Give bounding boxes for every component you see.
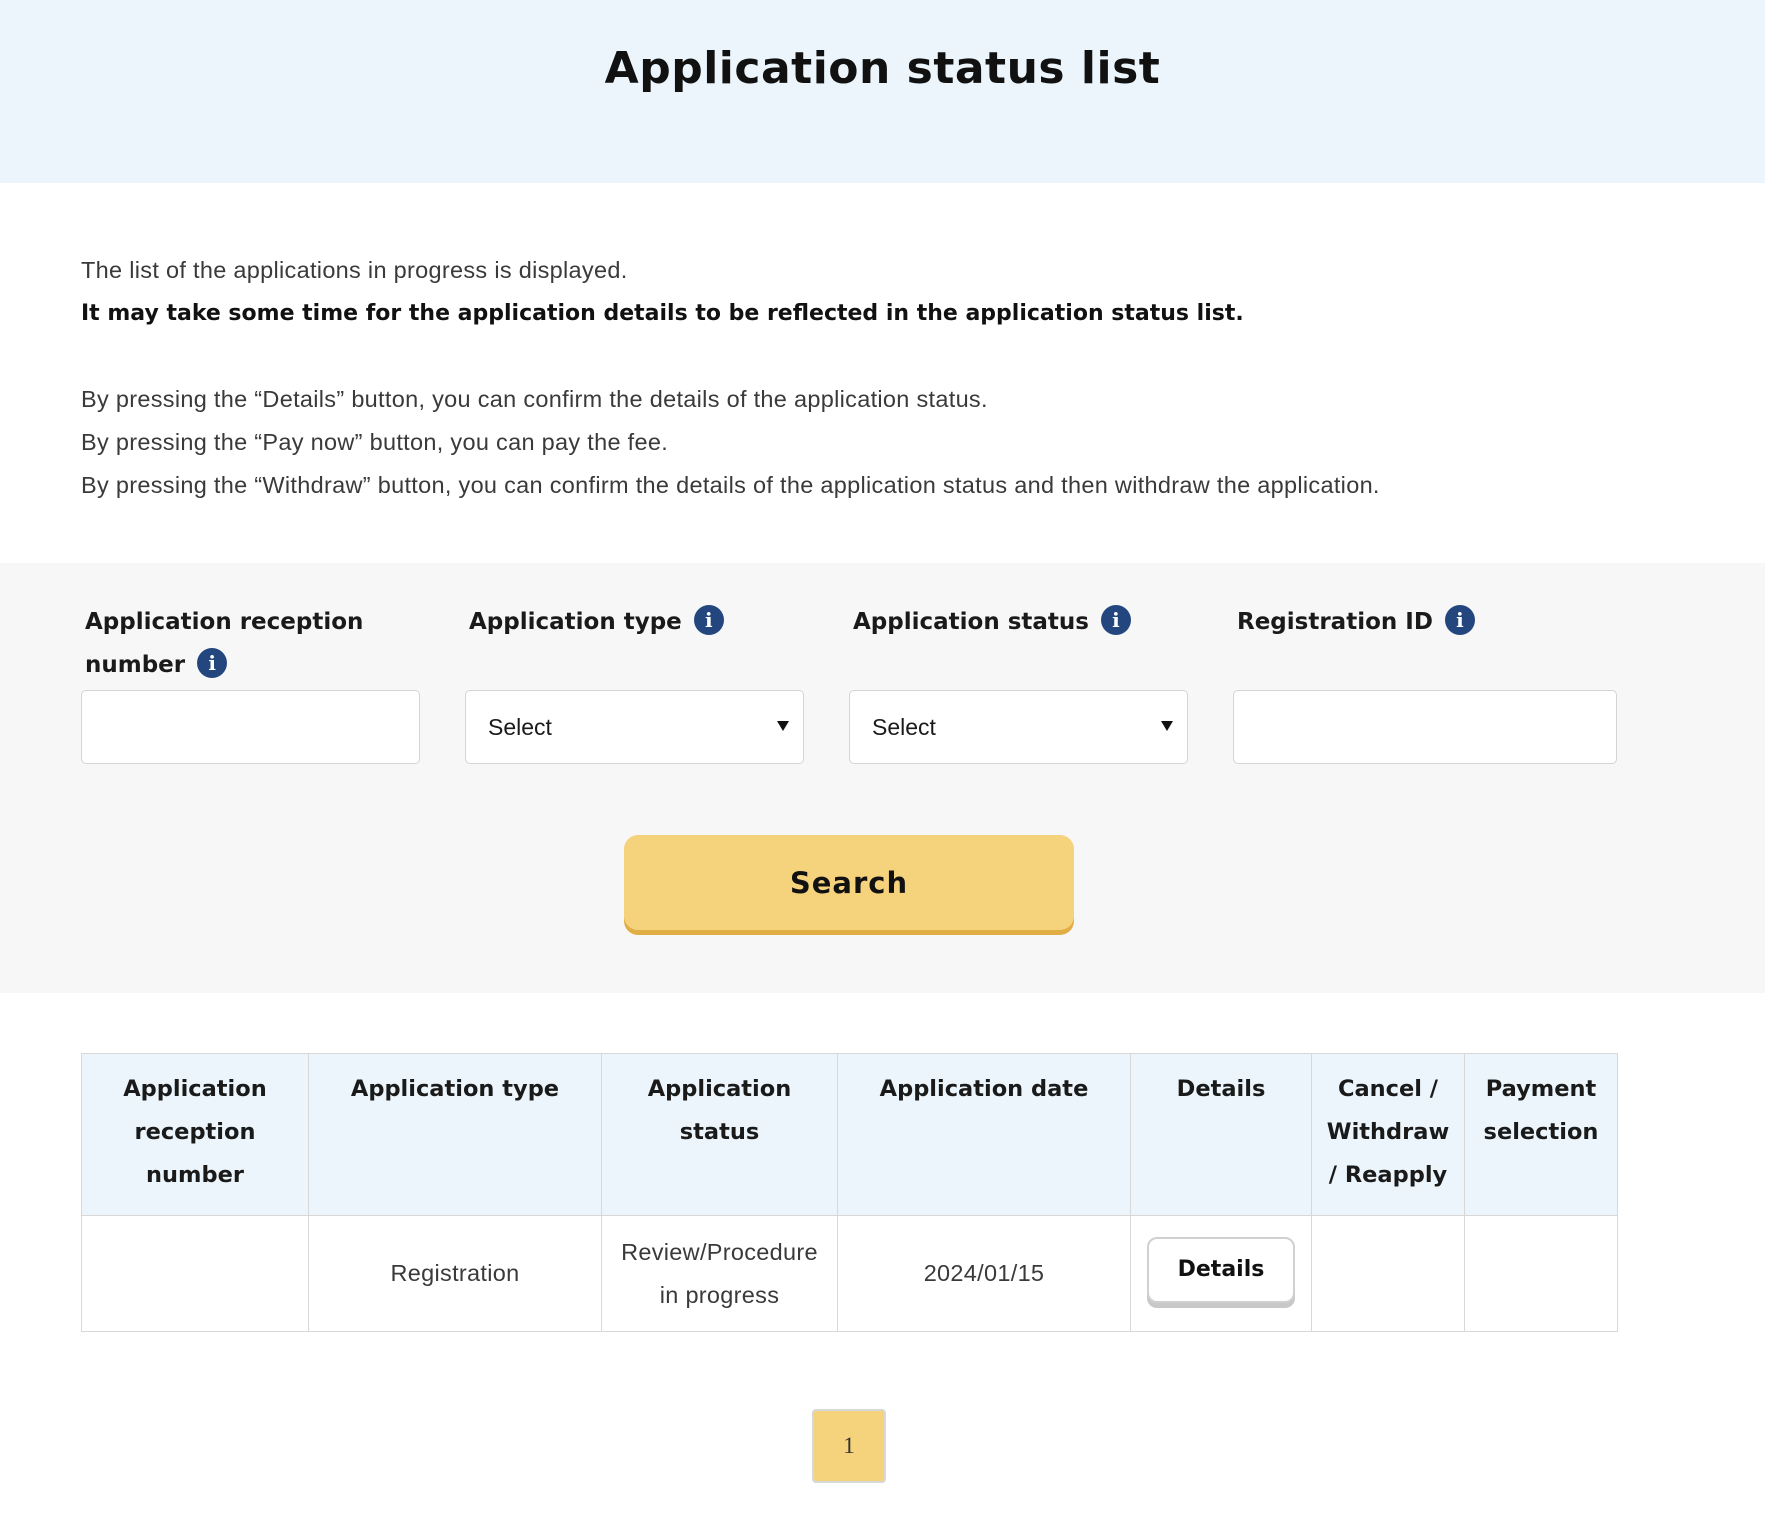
cell-application-status: Review/Procedure in progress — [601, 1215, 838, 1332]
cell-cancel-withdraw-reapply — [1311, 1215, 1465, 1332]
cell-details: Details — [1130, 1215, 1312, 1332]
pagination: 1 — [812, 1409, 886, 1483]
cell-application-date: 2024/01/15 — [837, 1215, 1131, 1332]
column-header-application-status: Application status — [601, 1053, 838, 1216]
column-header-payment-selection: Payment selection — [1464, 1053, 1618, 1216]
table-row: Registration Review/Procedure in progres… — [81, 1215, 1618, 1332]
cell-payment-selection — [1464, 1215, 1618, 1332]
intro-section: The list of the applications in progress… — [0, 183, 1765, 563]
registration-id-input[interactable] — [1233, 690, 1617, 764]
application-status-selected: Select — [872, 714, 936, 740]
column-header-application-type: Application type — [308, 1053, 602, 1216]
application-status-select[interactable]: Select — [849, 690, 1188, 764]
column-header-reception-number: Application reception number — [81, 1053, 309, 1216]
intro-text-withdraw: By pressing the “Withdraw” button, you c… — [81, 472, 1380, 498]
details-button[interactable]: Details — [1147, 1236, 1295, 1303]
cell-application-type: Registration — [308, 1215, 602, 1332]
info-icon[interactable]: i — [197, 647, 228, 678]
application-status-label: Application status i — [853, 601, 1131, 644]
intro-notice-bold: It may take some time for the applicatio… — [81, 301, 1244, 326]
page-button-current[interactable]: 1 — [812, 1409, 886, 1483]
caret-down-icon — [1161, 721, 1173, 731]
results-table-wrapper: Application reception number Application… — [81, 1053, 1618, 1332]
search-button[interactable]: Search — [624, 835, 1074, 930]
info-icon[interactable]: i — [1444, 604, 1475, 635]
registration-id-label: Registration ID i — [1237, 601, 1475, 644]
page-title: Application status list — [604, 43, 1161, 94]
application-type-select[interactable]: Select — [465, 690, 804, 764]
application-type-selected: Select — [488, 714, 552, 740]
application-type-label: Application type i — [469, 601, 724, 644]
reception-number-input[interactable] — [81, 690, 420, 764]
intro-text-1: The list of the applications in progress… — [81, 257, 628, 283]
info-icon[interactable]: i — [693, 604, 724, 635]
info-icon[interactable]: i — [1100, 604, 1131, 635]
caret-down-icon — [777, 721, 789, 731]
reception-number-label: Application reception number i — [85, 609, 364, 678]
column-header-cancel-withdraw-reapply: Cancel / Withdraw / Reapply — [1311, 1053, 1465, 1216]
page-header: Application status list — [0, 0, 1765, 183]
intro-text-pay: By pressing the “Pay now” button, you ca… — [81, 429, 669, 455]
intro-text-details: By pressing the “Details” button, you ca… — [81, 386, 988, 412]
cell-reception-number — [81, 1215, 309, 1332]
table-header-row: Application reception number Application… — [81, 1053, 1618, 1216]
column-header-details: Details — [1130, 1053, 1312, 1216]
search-panel: Application reception number i Applicatio… — [0, 563, 1765, 993]
results-table: Application reception number Application… — [81, 1053, 1618, 1332]
column-header-application-date: Application date — [837, 1053, 1131, 1216]
